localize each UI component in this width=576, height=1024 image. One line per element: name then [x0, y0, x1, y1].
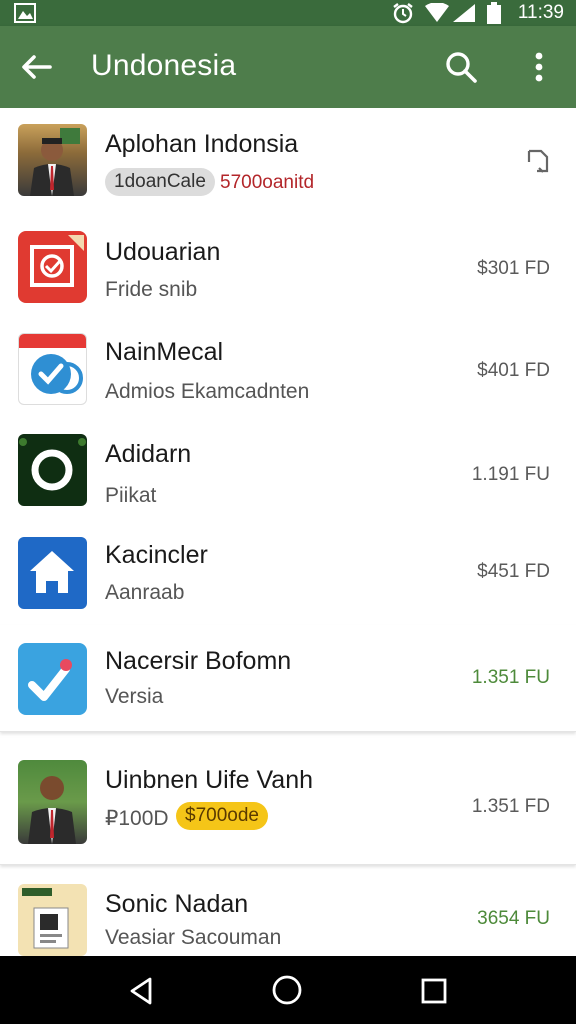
app-list: Aplohan Indonsia 1doanCale 5700oanitd Ud… — [0, 108, 576, 956]
item-price: 1.351 FD — [471, 796, 550, 817]
thumbnail-ring-app — [18, 434, 87, 506]
item-title: Nacersir Bofomn — [105, 647, 292, 675]
item-subtitle: Veasiar Sacouman — [105, 926, 282, 949]
recents-square-icon[interactable] — [420, 977, 448, 1005]
thumbnail-check-app — [18, 333, 87, 405]
list-item[interactable]: NainMecal Admios Ekamcadnten $401 FD — [0, 316, 576, 419]
battery-icon — [487, 2, 501, 24]
item-title: Adidarn — [105, 440, 192, 468]
search-icon[interactable] — [444, 50, 478, 84]
thumbnail-checkmark-app — [18, 643, 87, 715]
status-time: 11:39 — [517, 2, 564, 23]
item-subtitle: ₽100D — [105, 807, 169, 830]
item-chip: 1doanCale — [105, 168, 215, 196]
list-item[interactable]: Udouarian Fride snib $301 FD — [0, 214, 576, 317]
signal-icon — [453, 4, 475, 22]
list-item[interactable]: Adidarn Piikat 1.191 FU — [0, 418, 576, 522]
list-item[interactable]: Kacincler Aanraab $451 FD — [0, 521, 576, 626]
item-title: Udouarian — [105, 238, 221, 266]
thumbnail-home-app — [18, 537, 87, 609]
item-price: $301 FD — [477, 258, 550, 279]
item-title: Sonic Nadan — [105, 890, 249, 918]
item-subtitle: Admios Ekamcadnten — [105, 380, 310, 403]
thumbnail-person — [18, 760, 87, 844]
back-arrow-icon[interactable] — [20, 53, 52, 81]
item-title: Uinbnen Uife Vanh — [105, 766, 314, 794]
list-item[interactable]: Nacersir Bofomn Versia 1.351 FU — [0, 625, 576, 732]
item-subtitle: Fride snib — [105, 278, 198, 301]
list-item[interactable]: Sonic Nadan Veasiar Sacouman 3654 FU — [0, 870, 576, 956]
item-title: Kacincler — [105, 541, 208, 569]
app-bar: Undonesia — [0, 26, 576, 108]
thumbnail-document-app — [18, 884, 87, 956]
alarm-icon — [393, 3, 413, 24]
item-tag: 5700oanitd — [220, 172, 315, 193]
item-price: 1.191 FU — [471, 464, 550, 485]
back-triangle-icon[interactable] — [126, 976, 156, 1006]
item-subtitle: Versia — [105, 685, 164, 708]
thumbnail-shield-app — [18, 231, 87, 303]
item-subtitle: Aanraab — [105, 581, 185, 604]
list-item[interactable]: Aplohan Indonsia 1doanCale 5700oanitd — [0, 108, 576, 215]
item-title: NainMecal — [105, 338, 224, 366]
item-price: 3654 FU — [477, 908, 550, 929]
more-options-icon[interactable] — [533, 52, 545, 82]
item-price: $451 FD — [477, 561, 550, 582]
item-price: 1.351 FU — [471, 667, 550, 688]
status-bar: 11:39 — [0, 0, 576, 26]
item-price: $401 FD — [477, 360, 550, 381]
bookmark-icon[interactable] — [526, 148, 550, 174]
app-bar-title: Undonesia — [91, 49, 237, 82]
system-nav-bar — [0, 956, 576, 1024]
thumbnail-person — [18, 124, 87, 196]
item-subtitle: Piikat — [105, 484, 157, 507]
image-notification-icon — [14, 3, 36, 23]
item-title: Aplohan Indonsia — [105, 130, 299, 158]
wifi-icon — [425, 3, 449, 22]
list-item[interactable]: Uinbnen Uife Vanh ₽100D $700ode 1.351 FD — [0, 738, 576, 865]
home-circle-icon[interactable] — [271, 974, 303, 1006]
item-chip: $700ode — [176, 802, 268, 830]
